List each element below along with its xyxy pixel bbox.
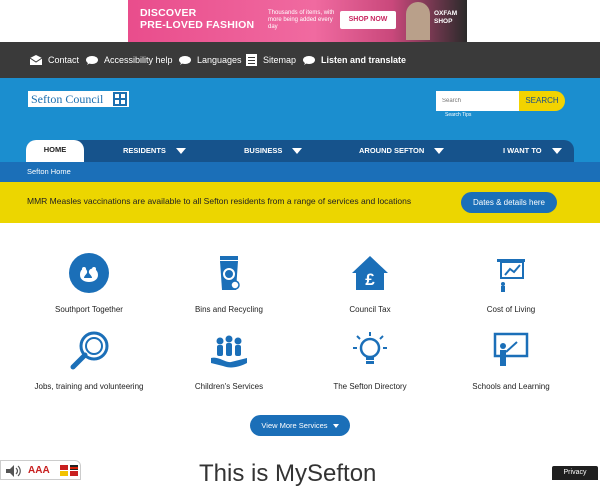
ad-headline-line-2: PRE-LOVED FASHION xyxy=(140,19,255,31)
nav-home-tab[interactable]: HOME xyxy=(26,140,84,162)
speech-bubble-icon xyxy=(179,55,191,65)
alert-banner: MMR Measles vaccinations are available t… xyxy=(0,182,600,223)
recycling-bin-icon xyxy=(220,256,240,290)
nav-business-label: BUSINESS xyxy=(244,146,283,155)
listen-translate-link[interactable]: Listen and translate xyxy=(303,53,406,67)
service-tile[interactable]: £ Council Tax xyxy=(300,253,440,323)
speaker-icon xyxy=(6,465,21,477)
utility-bar: Contact Accessibility help Languages Sit… xyxy=(0,42,600,78)
service-label: The Sefton Directory xyxy=(333,382,407,391)
nav-business[interactable]: BUSINESS xyxy=(244,140,303,162)
service-tile[interactable]: Southport Together xyxy=(19,253,159,323)
alert-text: MMR Measles vaccinations are available t… xyxy=(27,196,412,206)
service-tile[interactable]: Bins and Recycling xyxy=(159,253,299,323)
service-label: Bins and Recycling xyxy=(194,305,264,314)
ad-shop-now-button[interactable]: SHOP NOW xyxy=(340,11,396,29)
council-crest-icon xyxy=(113,92,127,106)
search-button[interactable]: SEARCH xyxy=(519,91,565,111)
sitemap-label: Sitemap xyxy=(263,55,297,65)
southport-together-icon xyxy=(69,253,109,293)
envelope-icon xyxy=(30,55,42,65)
speech-bubble-icon xyxy=(86,55,98,65)
nav-around-sefton-label: AROUND SEFTON xyxy=(359,146,425,155)
service-label: Schools and Learning xyxy=(472,382,550,391)
ad-headline-line-1: DISCOVER xyxy=(140,7,197,19)
service-tile[interactable]: The Sefton Directory xyxy=(300,330,440,400)
nav-residents[interactable]: RESIDENTS xyxy=(123,140,186,162)
nav-around-sefton[interactable]: AROUND SEFTON xyxy=(359,140,445,162)
house-pound-icon: £ xyxy=(352,256,388,290)
service-label: Southport Together xyxy=(55,305,123,314)
ad-oxfam-logo: OXFAM SHOP xyxy=(434,10,457,26)
search-tips-link[interactable]: Search Tips xyxy=(445,112,471,118)
chevron-down-icon xyxy=(175,148,186,154)
advert-banner[interactable]: DISCOVER PRE-LOVED FASHION Thousands of … xyxy=(128,0,467,42)
accessibility-help-label: Accessibility help xyxy=(104,55,173,65)
ad-photo xyxy=(406,2,430,40)
lightbulb-icon xyxy=(353,332,387,364)
chevron-down-icon xyxy=(434,148,445,154)
speech-bubble-icon xyxy=(303,55,315,65)
service-label: Children's Services xyxy=(194,382,264,391)
service-label: Jobs, training and volunteering xyxy=(34,382,144,391)
breadcrumb-bar: Sefton Home xyxy=(0,162,600,182)
search-input[interactable] xyxy=(436,91,519,111)
breadcrumb[interactable]: Sefton Home xyxy=(27,167,71,176)
main-nav: HOME RESIDENTS BUSINESS AROUND SEFTON I … xyxy=(26,140,574,162)
view-more-services-label: View More Services xyxy=(261,421,328,430)
service-tile[interactable]: Jobs, training and volunteering xyxy=(19,330,159,400)
teacher-board-icon xyxy=(493,332,529,366)
sitemap-icon xyxy=(246,54,257,66)
accessibility-widget[interactable]: AAA xyxy=(0,460,81,480)
logo-text: Sefton Council xyxy=(31,91,104,106)
languages-link[interactable]: Languages xyxy=(179,53,242,67)
ad-logo-line-1: OXFAM xyxy=(434,10,458,17)
listen-translate-label: Listen and translate xyxy=(321,55,407,65)
view-more-services-button[interactable]: View More Services xyxy=(250,415,350,436)
service-tile[interactable]: Schools and Learning xyxy=(441,330,581,400)
contact-link[interactable]: Contact xyxy=(30,53,79,67)
nav-i-want-to-label: I WANT TO xyxy=(503,146,542,155)
chevron-down-icon xyxy=(332,424,339,429)
contact-label: Contact xyxy=(48,55,80,65)
languages-label: Languages xyxy=(197,55,242,65)
service-label: Council Tax xyxy=(349,305,391,314)
page-title: This is MySefton xyxy=(199,460,377,487)
language-flags-icon xyxy=(60,465,78,476)
privacy-button[interactable]: Privacy xyxy=(552,466,598,480)
ad-subtext: Thousands of items, with more being adde… xyxy=(268,10,335,30)
service-label: Cost of Living xyxy=(486,305,536,314)
ad-logo-line-2: SHOP xyxy=(434,18,453,25)
presentation-chart-icon xyxy=(497,259,525,292)
ad-headline: DISCOVER PRE-LOVED FASHION xyxy=(140,7,254,31)
family-hands-icon xyxy=(211,335,247,368)
svg-text:£: £ xyxy=(365,270,375,289)
chevron-down-icon xyxy=(292,148,303,154)
text-size-control[interactable]: AAA xyxy=(28,465,50,476)
ad-strip: DISCOVER PRE-LOVED FASHION Thousands of … xyxy=(0,0,600,42)
dates-details-button[interactable]: Dates & details here xyxy=(461,192,557,213)
nav-residents-label: RESIDENTS xyxy=(123,146,166,155)
privacy-label: Privacy xyxy=(563,469,587,476)
chevron-down-icon xyxy=(551,148,562,154)
sitemap-link[interactable]: Sitemap xyxy=(246,53,296,67)
sefton-council-logo[interactable]: Sefton Council xyxy=(28,91,129,107)
service-tile[interactable]: Cost of Living xyxy=(441,253,581,323)
service-tile[interactable]: Children's Services xyxy=(159,330,299,400)
accessibility-help-link[interactable]: Accessibility help xyxy=(86,53,173,67)
nav-i-want-to[interactable]: I WANT TO xyxy=(503,140,562,162)
magnifier-icon xyxy=(70,331,109,370)
